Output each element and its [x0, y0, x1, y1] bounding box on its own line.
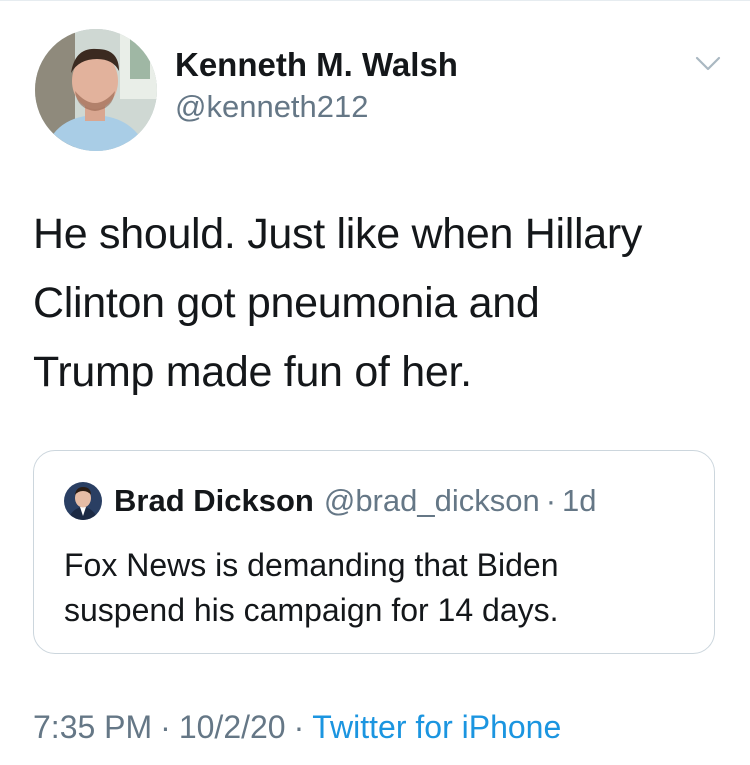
tweet-date[interactable]: 10/2/20: [179, 709, 286, 745]
tweet-text: He should. Just like when Hillary Clinto…: [33, 200, 723, 407]
quoted-author-handle: @brad_dickson: [323, 483, 540, 518]
tweet-text-line: Clinton got pneumonia and: [33, 279, 540, 327]
author-avatar[interactable]: [35, 29, 157, 151]
quoted-author-avatar: [64, 482, 102, 520]
tweet-text-line: He should. Just like when Hillary: [33, 210, 643, 258]
meta-separator: ·: [293, 709, 305, 745]
top-divider: [0, 0, 750, 1]
meta-separator: ·: [160, 709, 171, 745]
quoted-tweet-card[interactable]: Brad Dickson @brad_dickson · 1d Fox News…: [33, 450, 715, 654]
author-name[interactable]: Kenneth M. Walsh: [175, 43, 458, 87]
tweet-time[interactable]: 7:35 PM: [33, 709, 152, 745]
tweet-meta: 7:35 PM · 10/2/20 · Twitter for iPhone: [33, 709, 561, 746]
tweet-text-line: Trump made fun of her.: [33, 348, 472, 396]
author-handle[interactable]: @kenneth212: [175, 87, 458, 127]
quoted-separator: ·: [545, 483, 557, 518]
tweet-source-link[interactable]: Twitter for iPhone: [312, 709, 561, 745]
quoted-timestamp: 1d: [562, 483, 597, 518]
chevron-down-icon[interactable]: [694, 55, 722, 73]
quoted-tweet-header: Brad Dickson @brad_dickson · 1d: [64, 481, 597, 521]
quoted-tweet-text: Fox News is demanding that Biden suspend…: [64, 543, 559, 633]
quoted-text-line: Fox News is demanding that Biden: [64, 547, 559, 583]
quoted-text-line: suspend his campaign for 14 days.: [64, 592, 559, 628]
quoted-author-name: Brad Dickson: [114, 483, 314, 518]
